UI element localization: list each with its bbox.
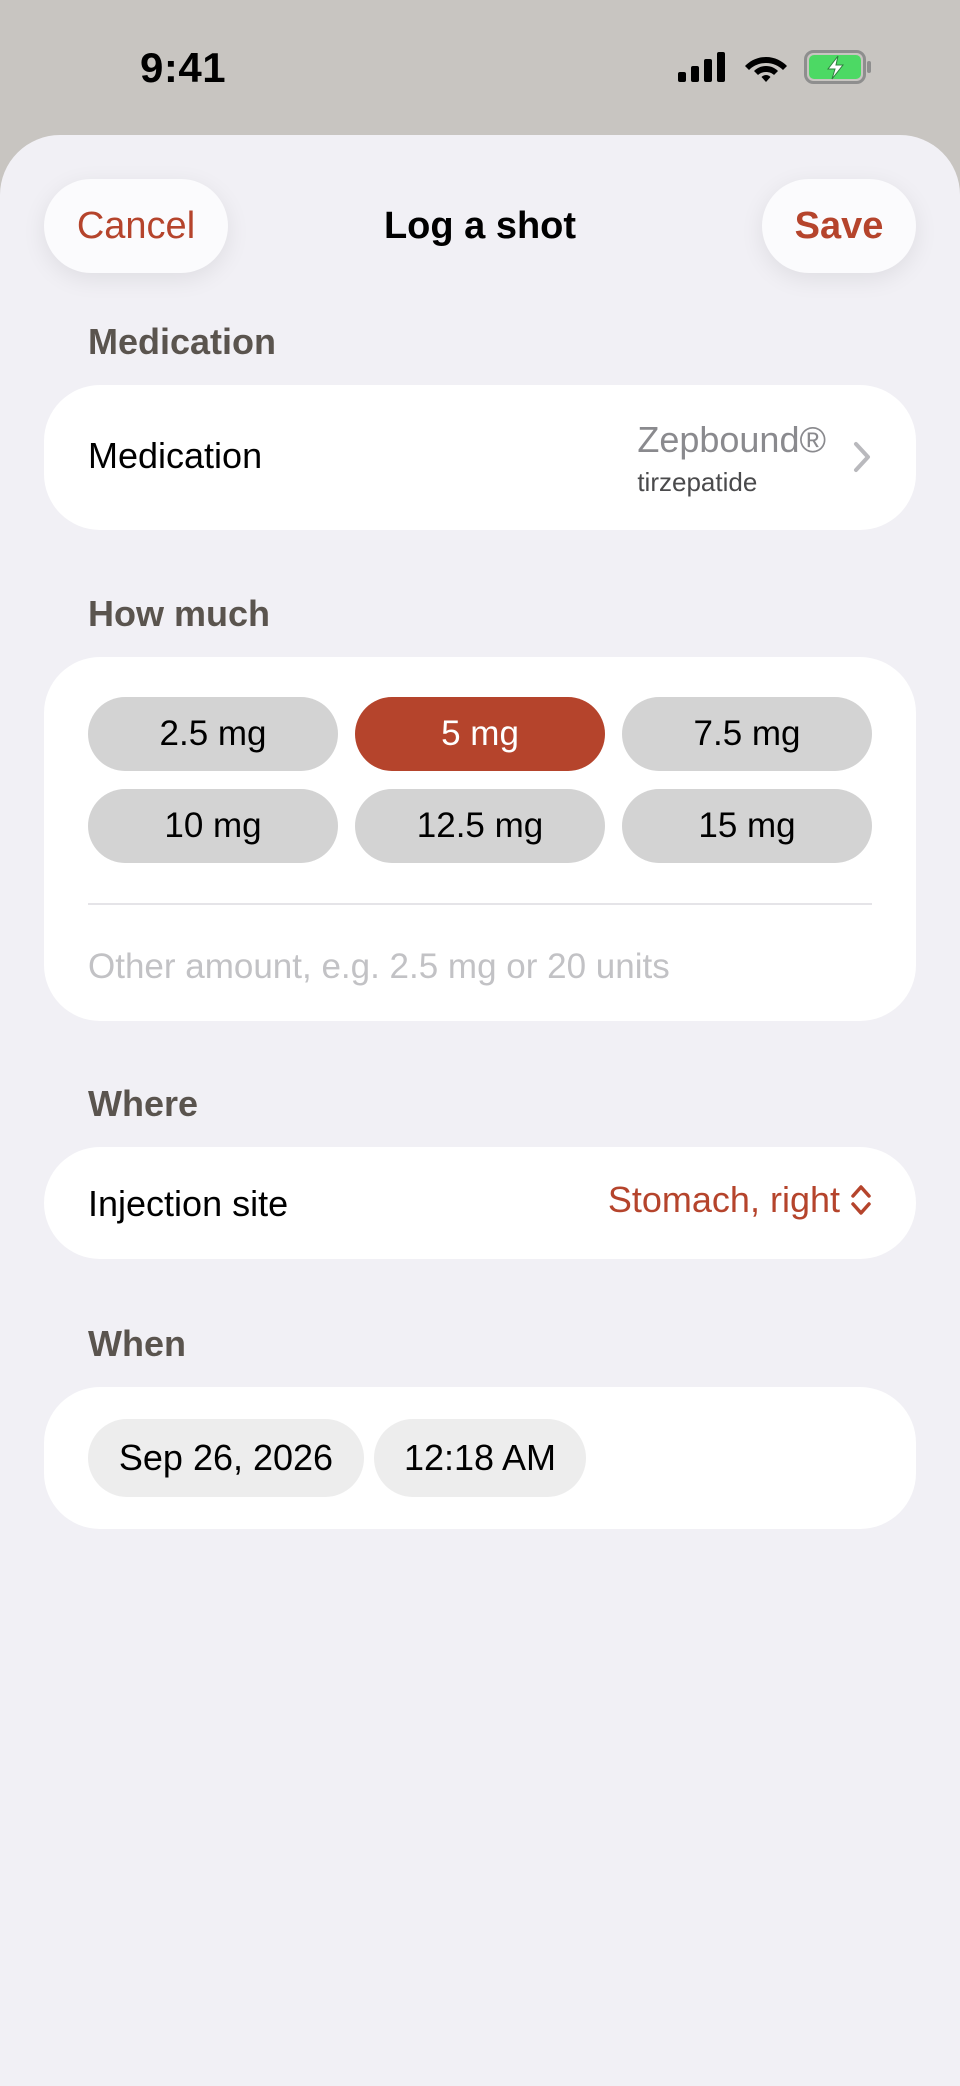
other-amount-input[interactable] — [88, 937, 872, 997]
date-picker[interactable]: Sep 26, 2026 — [88, 1419, 364, 1497]
medication-value: Zepbound® tirzepatide — [637, 419, 826, 498]
injection-site-value: Stomach, right — [607, 1179, 840, 1220]
dose-option[interactable]: 12.5 mg — [355, 789, 605, 863]
medication-row[interactable]: Medication Zepbound® tirzepatide — [44, 385, 916, 530]
when-card: Sep 26, 2026 12:18 AM — [44, 1387, 916, 1529]
save-button[interactable]: Save — [762, 179, 916, 273]
time-picker[interactable]: 12:18 AM — [374, 1419, 586, 1497]
status-time: 9:41 — [140, 44, 227, 91]
when-section-heading: When — [88, 1323, 186, 1364]
status-bar: 9:41 — [0, 0, 960, 135]
cellular-signal-icon — [678, 52, 725, 82]
where-section-heading: Where — [88, 1083, 199, 1124]
dose-section-heading: How much — [88, 593, 271, 634]
medication-section-heading: Medication — [88, 321, 277, 362]
medication-brand-name: Zepbound® — [637, 419, 826, 460]
divider — [88, 903, 872, 905]
log-shot-sheet: Cancel Log a shot Save Medication Medica… — [0, 135, 960, 2086]
battery-charging-icon — [804, 50, 871, 84]
status-icons — [678, 50, 872, 84]
wifi-icon — [745, 57, 787, 82]
dose-options: 2.5 mg 5 mg 7.5 mg 10 mg 12.5 mg 15 mg — [88, 697, 872, 863]
dose-option[interactable]: 2.5 mg — [88, 697, 338, 771]
dose-card: 2.5 mg 5 mg 7.5 mg 10 mg 12.5 mg 15 mg — [44, 657, 916, 1021]
injection-site-row[interactable]: Injection site Stomach, right — [44, 1147, 916, 1259]
chevron-right-icon — [854, 442, 870, 472]
dose-option[interactable]: 15 mg — [622, 789, 872, 863]
chevron-up-down-icon — [851, 1185, 871, 1215]
injection-site-picker[interactable]: Stomach, right — [608, 1179, 872, 1221]
medication-generic-name: tirzepatide — [637, 467, 758, 497]
medication-row-label: Medication — [88, 435, 263, 476]
dose-option[interactable]: 10 mg — [88, 789, 338, 863]
dose-option[interactable]: 5 mg — [355, 697, 605, 771]
dose-option[interactable]: 7.5 mg — [622, 697, 872, 771]
injection-site-label: Injection site — [88, 1183, 289, 1224]
